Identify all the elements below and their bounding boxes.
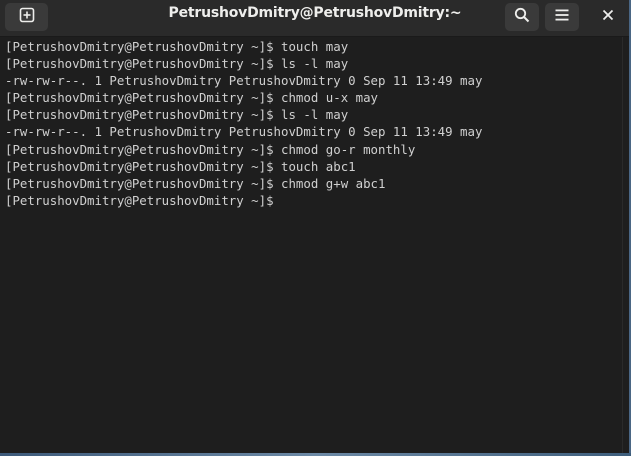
close-icon	[602, 8, 614, 26]
search-button[interactable]	[505, 3, 539, 31]
new-tab-button[interactable]	[5, 3, 48, 31]
hamburger-menu-icon	[554, 7, 570, 28]
search-icon	[514, 7, 530, 28]
window-title: PetrushovDmitry@PetrushovDmitry:~	[168, 5, 462, 21]
terminal-line: [PetrushovDmitry@PetrushovDmitry ~]$ ls …	[5, 56, 349, 72]
terminal-line-prompt: [PetrushovDmitry@PetrushovDmitry ~]$	[0, 192, 623, 209]
terminal-output[interactable]: [PetrushovDmitry@PetrushovDmitry ~]$ tou…	[0, 37, 623, 456]
prompt-text: [PetrushovDmitry@PetrushovDmitry ~]$	[5, 192, 282, 208]
terminal-line: [PetrushovDmitry@PetrushovDmitry ~]$ tou…	[5, 158, 356, 174]
text-cursor	[281, 193, 288, 207]
menu-button[interactable]	[545, 3, 579, 31]
terminal-line: [PetrushovDmitry@PetrushovDmitry ~]$ chm…	[5, 141, 416, 157]
close-button[interactable]	[591, 3, 625, 31]
terminal-line: -rw-rw-r--. 1 PetrushovDmitry PetrushovD…	[5, 124, 483, 140]
terminal-line: [PetrushovDmitry@PetrushovDmitry ~]$ chm…	[5, 90, 378, 106]
terminal-window: PetrushovDmitry@PetrushovDmitry:~ [Petru…	[0, 0, 631, 456]
title-bar[interactable]: PetrushovDmitry@PetrushovDmitry:~	[0, 0, 631, 37]
terminal-line: -rw-rw-r--. 1 PetrushovDmitry PetrushovD…	[5, 73, 483, 89]
terminal-line: [PetrushovDmitry@PetrushovDmitry ~]$ tou…	[5, 39, 349, 54]
terminal-line: [PetrushovDmitry@PetrushovDmitry ~]$ ls …	[5, 107, 349, 123]
terminal-line: [PetrushovDmitry@PetrushovDmitry ~]$ chm…	[5, 175, 386, 191]
new-tab-icon	[19, 7, 35, 28]
